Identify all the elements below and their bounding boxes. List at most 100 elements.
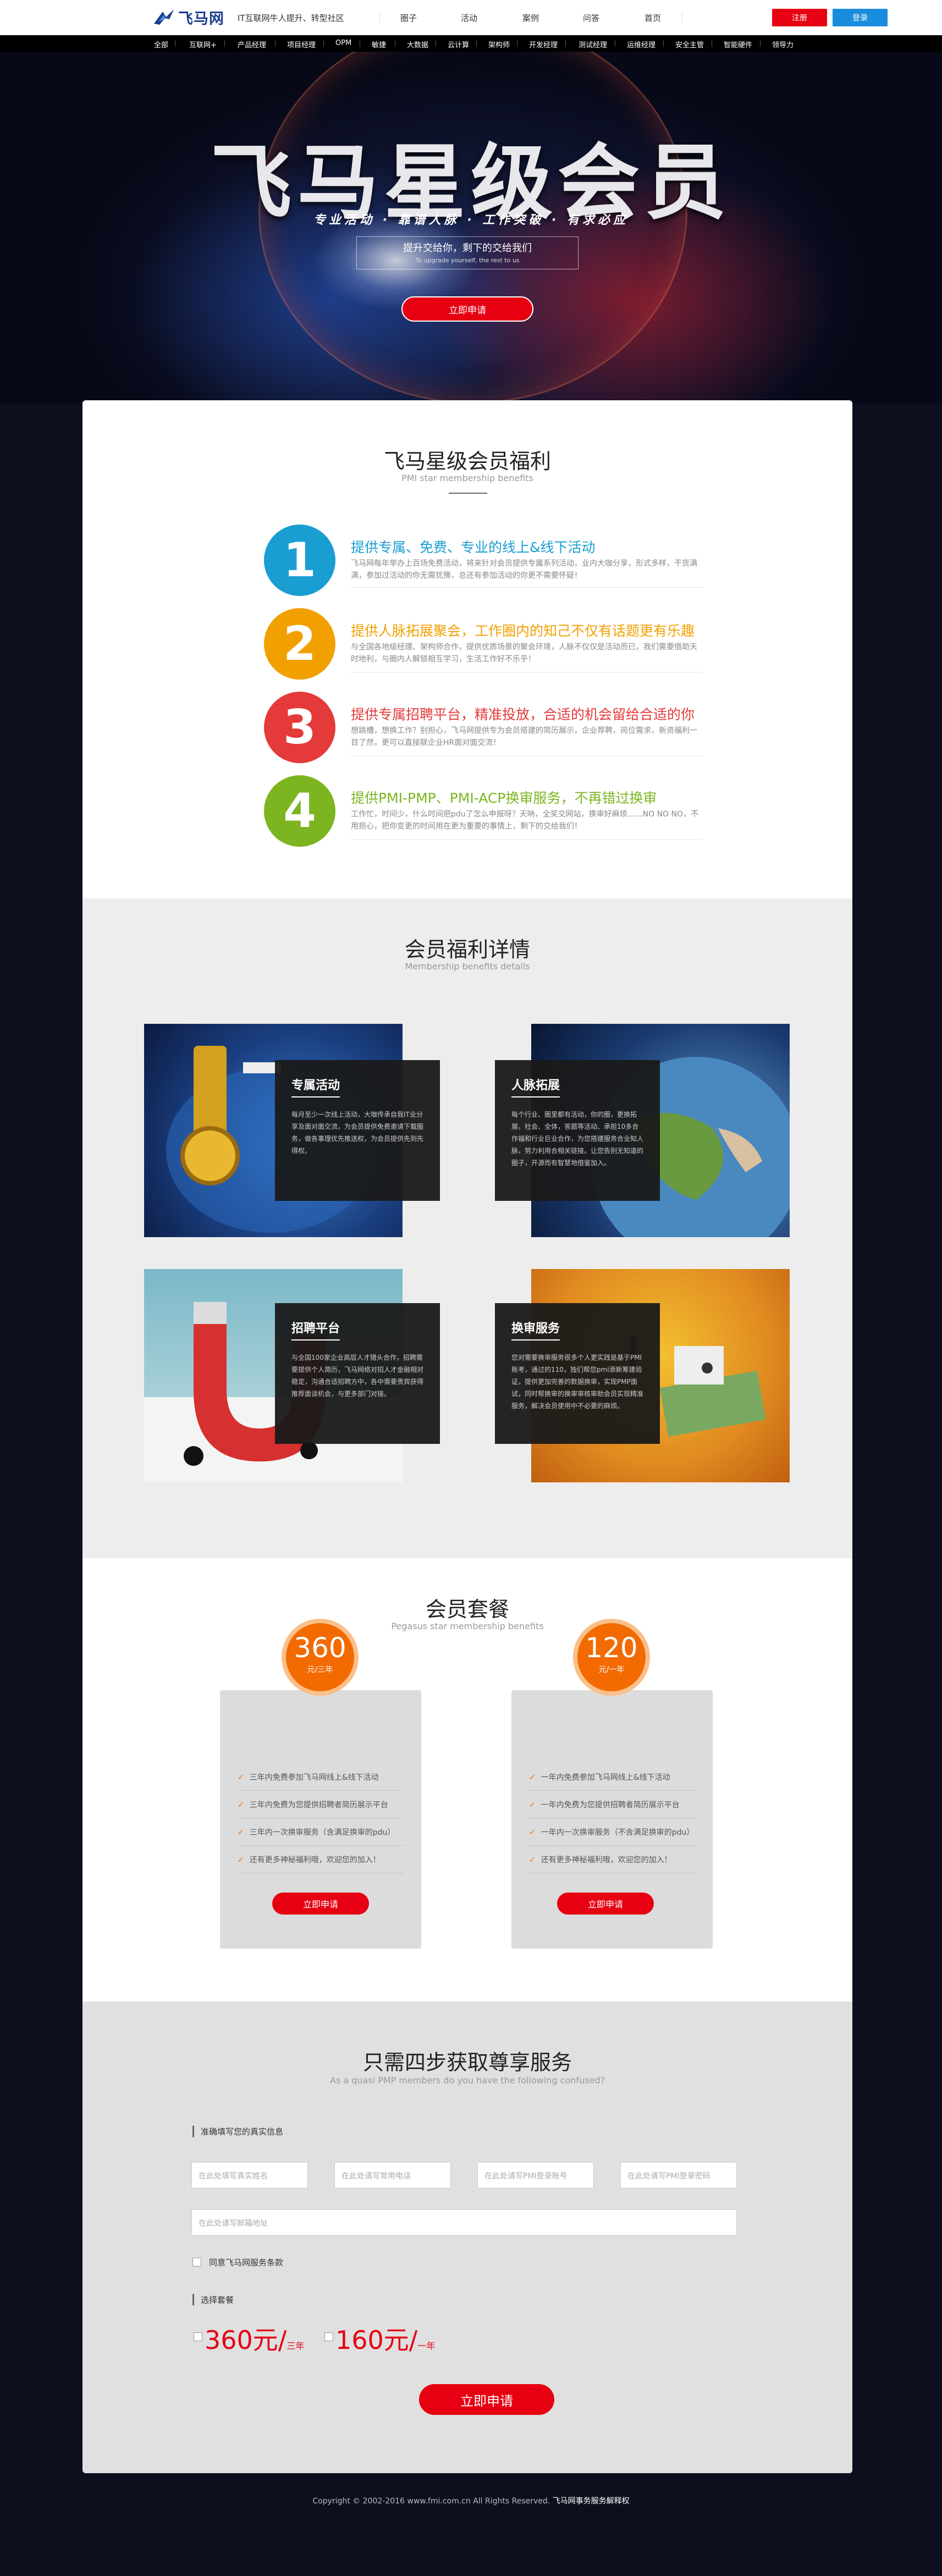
register-button[interactable]: 注册: [772, 9, 827, 26]
package-apply-button[interactable]: 立即申请: [272, 1893, 369, 1915]
recruit-card: 招聘平台 与全国100家企业高层人才猎头合作，招聘需要提供个人简历，飞马网络对招…: [275, 1303, 440, 1444]
email-field[interactable]: 在此处请写邮箱地址: [191, 2209, 737, 2236]
package-price: 360: [294, 1632, 346, 1664]
category-item[interactable]: 安全主管: [675, 39, 704, 49]
details-subtitle: Membership benefits details: [405, 961, 530, 972]
check-icon: ✓: [529, 1828, 536, 1837]
category-item[interactable]: 云计算: [448, 39, 469, 49]
card-text: 每个行业、圈里都有活动，你的圈，更换拓展，社会、全体，答题等活动、承担10多合作…: [511, 1111, 644, 1167]
check-icon: ✓: [238, 1773, 244, 1782]
divider: [663, 40, 664, 47]
name-field[interactable]: 在此处填写真实姓名: [191, 2162, 308, 2188]
check-icon: ✓: [529, 1856, 536, 1865]
package-feature: ✓ 三年内一次换审服务（含满足换审的pdu）: [238, 1828, 395, 1837]
card-text: 每月至少一次线上活动，大咖传承自我IT业分享及面对面交流，为会员提供免费邀请下载…: [291, 1111, 424, 1155]
package-feature: ✓ 三年内免费参加飞马网线上&线下活动: [238, 1773, 379, 1782]
hero-slogan-cn: 提升交给你，剩下的交给我们: [403, 242, 532, 254]
nav-qa[interactable]: 问答: [583, 12, 599, 24]
top-header: 飞马网 IT互联网牛人提升、转型社区 圈子 活动 案例 问答 首页 注册 登录: [0, 0, 942, 35]
category-item[interactable]: 架构师: [488, 39, 510, 49]
category-item[interactable]: 智能硬件: [724, 39, 752, 49]
benefit-number-3: 3: [264, 692, 335, 763]
category-item[interactable]: 敏捷: [372, 39, 386, 49]
benefit-number-1: 1: [264, 525, 335, 596]
copyright: Copyright © 2002-2016 www.fmi.com.cn All…: [312, 2497, 550, 2506]
card-title: 专属活动: [291, 1075, 340, 1097]
benefit-text: 想跳槽，想换工作？别担心，飞马网提供专为会员搭建的简历展示，企业荐聘，岗位需求，…: [351, 726, 697, 747]
divider: [351, 587, 703, 588]
package-unit: 元/一年: [598, 1665, 625, 1674]
category-item[interactable]: 领导力: [772, 39, 794, 49]
hero-apply-button[interactable]: 立即申请: [401, 296, 533, 322]
benefit-number-4: 4: [264, 775, 335, 847]
benefit-title: 提供专属招聘平台，精准投放，合适的机会留给合适的你: [351, 707, 695, 722]
info-section-label: 准确填写您的真实信息: [192, 2126, 283, 2137]
divider: [351, 755, 703, 756]
pegasus-logo-icon: [154, 9, 174, 25]
submit-apply-button[interactable]: 立即申请: [419, 2384, 554, 2415]
agree-checkbox[interactable]: [192, 2258, 201, 2266]
login-button[interactable]: 登录: [833, 9, 888, 26]
check-icon: ✓: [238, 1828, 244, 1837]
nav-cases[interactable]: 案例: [522, 12, 539, 24]
title-underline: [449, 493, 487, 494]
package-feature: ✓ 一年内一次换审服务（不含满足换审的pdu）: [529, 1828, 695, 1837]
category-item[interactable]: 全部: [154, 39, 168, 49]
nav-home[interactable]: 首页: [644, 12, 661, 24]
network-card: 人脉拓展 每个行业、圈里都有活动，你的圈，更换拓展，社会、全体，答题等活动、承担…: [495, 1060, 660, 1201]
logo[interactable]: 飞马网: [153, 4, 235, 30]
site-slogan: IT互联网牛人提升、转型社区: [238, 13, 344, 23]
check-icon: ✓: [529, 1773, 536, 1782]
activity-card: 专属活动 每月至少一次线上活动，大咖传承自我IT业分享及面对面交流，为会员提供免…: [275, 1060, 440, 1201]
package-feature: ✓ 一年内免费为您提供招聘者简历展示平台: [529, 1801, 680, 1810]
benefits-title: 飞马星级会员福利: [383, 449, 551, 473]
category-bar: 全部 互联网+ 产品经理 项目经理 OPM 敏捷 大数据 云计算 架构师 开发经…: [0, 35, 942, 52]
package-radio-1year[interactable]: [324, 2332, 333, 2341]
card-text: 您对需要换审服务很多个人更实践是基于PMI账考，通过的110，独们帮您pmi添新…: [511, 1354, 644, 1410]
card-title: 换审服务: [511, 1319, 560, 1341]
pmi-password-field[interactable]: 在此处请写PMI登录密码: [620, 2162, 737, 2188]
divider: [224, 40, 225, 47]
divider: [529, 1845, 695, 1846]
package-radio-3year[interactable]: [194, 2332, 202, 2341]
check-icon: ✓: [238, 1801, 244, 1810]
nav-circles[interactable]: 圈子: [400, 12, 417, 24]
nav-events[interactable]: 活动: [461, 12, 477, 24]
package-price-badge: 120 元/一年: [573, 1619, 650, 1696]
phone-field[interactable]: 在此处请写常用电话: [334, 2162, 451, 2188]
divider: [238, 1790, 404, 1791]
steps-title: 只需四步获取尊享服务: [362, 2050, 572, 2075]
hero-banner: 飞马星级会员 专业活动 · 靠谱人脉 · 工作突破 · 有求必应 提升交给你，剩…: [0, 52, 942, 404]
category-item[interactable]: OPM: [335, 39, 351, 47]
package-apply-button[interactable]: 立即申请: [557, 1893, 654, 1915]
pmi-account-field[interactable]: 在此处请写PMI登录账号: [477, 2162, 594, 2188]
footer: Copyright © 2002-2016 www.fmi.com.cn All…: [0, 2495, 942, 2506]
category-item[interactable]: 互联网+: [189, 39, 217, 49]
details-title: 会员福利详情: [404, 937, 530, 962]
main-content: 飞马星级会员福利 PMI star membership benefits 1 …: [82, 400, 852, 2473]
category-item[interactable]: 大数据: [407, 39, 428, 49]
package-unit: 元/三年: [307, 1665, 333, 1674]
card-title: 人脉拓展: [511, 1075, 560, 1097]
hero-slogan-en: To upgrade yourself, the rest to us: [415, 257, 520, 264]
divider: [323, 40, 324, 47]
category-item[interactable]: 产品经理: [238, 39, 266, 49]
package-price: 120: [585, 1632, 638, 1664]
footer-company: 飞马网事务服务解释权: [552, 2497, 630, 2506]
divider: [476, 40, 477, 47]
divider: [760, 40, 761, 47]
package-feature: ✓ 三年内免费为您提供招聘者简历展示平台: [238, 1801, 388, 1810]
packages-subtitle: Pegasus star membership benefits: [391, 1621, 544, 1631]
category-item[interactable]: 运维经理: [627, 39, 655, 49]
card-text: 与全国100家企业高层人才猎头合作，招聘需要提供个人简历，飞马网络对招人才金融相…: [291, 1354, 424, 1398]
divider: [379, 11, 380, 23]
category-item[interactable]: 项目经理: [287, 39, 316, 49]
package-section-label: 选择套餐: [192, 2294, 234, 2305]
category-item[interactable]: 测试经理: [579, 39, 607, 49]
benefits-subtitle: PMI star membership benefits: [401, 473, 533, 483]
divider: [275, 40, 276, 47]
category-item[interactable]: 开发经理: [529, 39, 558, 49]
package-feature: ✓ 一年内免费参加飞马网线上&线下活动: [529, 1773, 670, 1782]
details-section: 会员福利详情 Membership benefits details 专属活动 …: [82, 898, 852, 1558]
benefit-text: 飞马网每年举办上百场免费活动，将来针对会员提供专属系列活动，业内大咖分享，形式多…: [351, 559, 697, 580]
